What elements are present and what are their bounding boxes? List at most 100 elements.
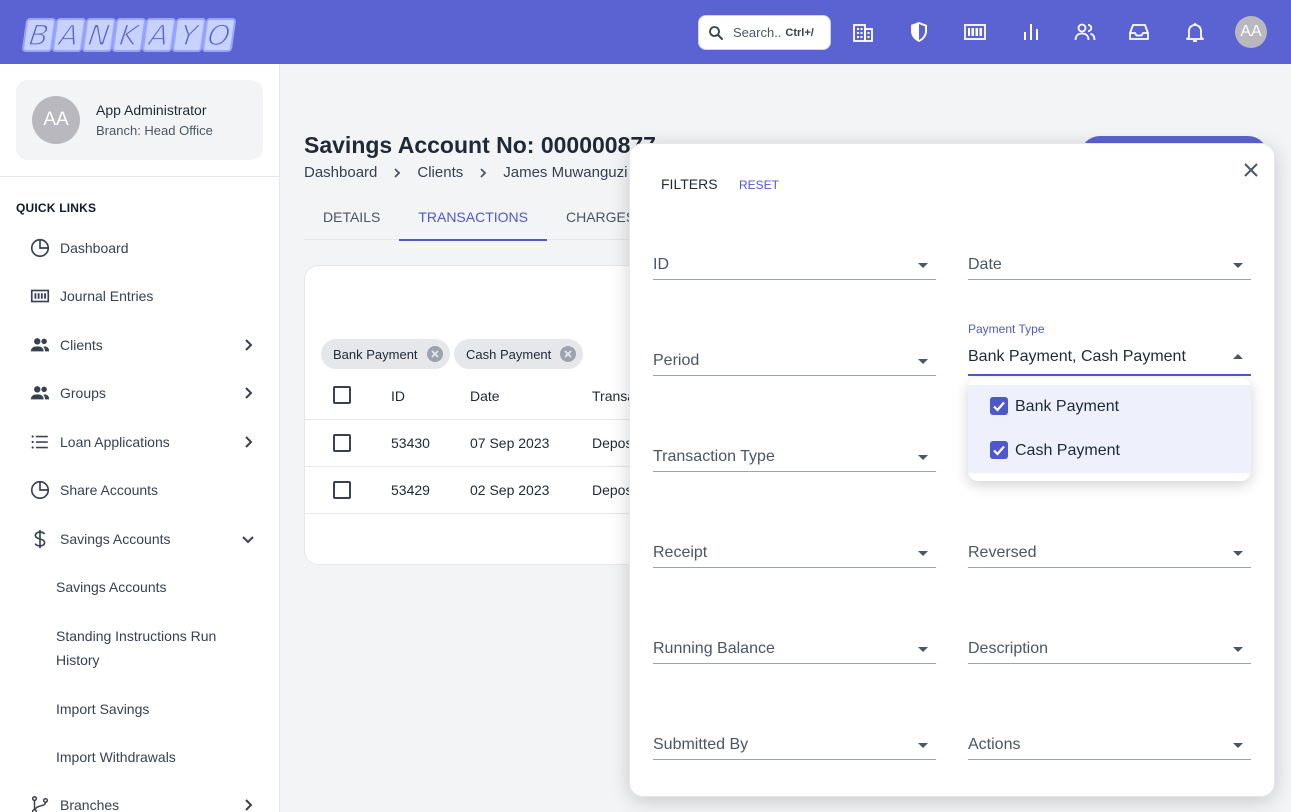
field-label: Actions (968, 736, 1021, 753)
sidebar-item-label: Clients (60, 337, 103, 353)
field-label: Payment Type (968, 322, 1045, 336)
sidebar-subitem-savings-accounts[interactable]: Savings Accounts (56, 575, 246, 599)
row-checkbox[interactable] (333, 434, 351, 452)
logo-letter: N (81, 18, 117, 53)
ledger-icon[interactable] (963, 20, 987, 44)
filter-reversed-select[interactable]: Reversed (968, 532, 1251, 568)
search-box[interactable]: Search.. Ctrl+/ (698, 15, 831, 50)
logo-letter: A (51, 18, 87, 53)
filters-panel: FILTERS RESET ID Period Transaction Type… (629, 143, 1275, 797)
logo-letter: Y (171, 18, 207, 53)
sidebar-subitem-standing-instructions[interactable]: Standing Instructions Run History (56, 624, 246, 672)
users-icon (28, 381, 52, 405)
filter-running-balance-select[interactable]: Running Balance (653, 628, 936, 664)
tab-transactions[interactable]: TRANSACTIONS (399, 200, 547, 241)
chevron-right-icon (245, 436, 253, 448)
bar-chart-icon[interactable] (1019, 20, 1043, 44)
filter-actions-select[interactable]: Actions (968, 724, 1251, 760)
dropdown-arrow-icon (918, 455, 928, 460)
sidebar-item-savings-accounts[interactable]: Savings Accounts (16, 519, 264, 559)
building-icon[interactable] (851, 20, 875, 44)
close-icon[interactable] (1241, 160, 1261, 180)
user-avatar[interactable]: AA (1235, 16, 1267, 48)
close-circle-icon[interactable] (559, 345, 577, 363)
shield-icon[interactable] (907, 20, 931, 44)
user-branch: Branch: Head Office (96, 123, 213, 138)
dropdown-arrow-icon (1233, 647, 1243, 652)
dollar-icon (28, 527, 52, 551)
chip-label: Cash Payment (466, 346, 552, 362)
avatar: AA (32, 96, 80, 144)
logo-letter: O (201, 18, 237, 53)
breadcrumb-clients[interactable]: Clients (417, 164, 463, 181)
column-header-id[interactable]: ID (391, 388, 405, 404)
dropdown-arrow-icon (918, 263, 928, 268)
checkbox-checked-icon[interactable] (990, 441, 1008, 459)
breadcrumb-client-name[interactable]: James Muwanguzi (503, 164, 627, 181)
row-id: 53429 (391, 482, 430, 498)
field-label: Reversed (968, 544, 1037, 561)
chevron-right-icon (394, 167, 401, 178)
sidebar-item-branches[interactable]: Branches (16, 785, 264, 812)
transactions-card: Bank Payment Cash Payment ID Date Transa… (304, 265, 644, 565)
chevron-right-icon (245, 339, 253, 351)
pie-chart-icon (28, 478, 52, 502)
option-label: Cash Payment (1015, 442, 1120, 459)
checkbox-checked-icon[interactable] (990, 397, 1008, 415)
filter-transaction-type-select[interactable]: Transaction Type (653, 436, 936, 472)
bankayo-logo[interactable]: B A N K A Y O (21, 18, 237, 53)
sidebar-item-label: Share Accounts (60, 482, 159, 498)
branch-icon (28, 793, 52, 812)
sidebar-subitem-import-withdrawals[interactable]: Import Withdrawals (56, 745, 246, 769)
row-date: 02 Sep 2023 (470, 482, 550, 498)
select-all-checkbox[interactable] (333, 386, 351, 404)
bell-icon[interactable] (1183, 20, 1207, 44)
page-title: Savings Account No: 000000877 (304, 132, 656, 158)
sidebar-item-dashboard[interactable]: Dashboard (16, 228, 264, 268)
column-header-date[interactable]: Date (470, 388, 500, 404)
sidebar-item-journal-entries[interactable]: Journal Entries (16, 276, 264, 316)
filter-description-select[interactable]: Description (968, 628, 1251, 664)
tab-details[interactable]: DETAILS (304, 200, 399, 240)
breadcrumb-dashboard[interactable]: Dashboard (304, 164, 377, 181)
table-row[interactable]: 53429 02 Sep 2023 Deposit (305, 466, 643, 513)
filter-submitted-by-select[interactable]: Submitted By (653, 724, 936, 760)
filter-receipt-select[interactable]: Receipt (653, 532, 936, 568)
filter-chip-cash-payment: Cash Payment (454, 339, 584, 369)
pie-chart-icon (28, 236, 52, 260)
logo-letter: B (21, 18, 57, 53)
chevron-right-icon (245, 387, 253, 399)
field-label: Receipt (653, 544, 708, 561)
sidebar-item-clients[interactable]: Clients (16, 325, 264, 365)
sidebar: AA App Administrator Branch: Head Office… (0, 64, 280, 812)
filter-date-select[interactable]: Date (968, 244, 1251, 280)
filter-period-select[interactable]: Period (653, 340, 936, 376)
reset-button[interactable]: RESET (739, 178, 779, 192)
dropdown-arrow-up-icon (1233, 354, 1243, 359)
top-bar: B A N K A Y O Search.. Ctrl+/ AA (0, 0, 1291, 64)
filter-payment-type-select[interactable]: Payment Type Bank Payment, Cash Payment (968, 322, 1251, 376)
sidebar-item-share-accounts[interactable]: Share Accounts (16, 470, 264, 510)
users-icon[interactable] (1073, 20, 1097, 44)
field-label: Period (653, 352, 700, 369)
sidebar-subitem-import-savings[interactable]: Import Savings (56, 697, 246, 721)
payment-type-dropdown: Bank Payment Cash Payment (968, 378, 1251, 481)
field-value: Bank Payment, Cash Payment (968, 348, 1186, 365)
user-card[interactable]: AA App Administrator Branch: Head Office (16, 80, 263, 160)
sidebar-item-groups[interactable]: Groups (16, 373, 264, 413)
users-icon (28, 333, 52, 357)
chevron-right-icon (245, 799, 253, 811)
filter-id-select[interactable]: ID (653, 244, 936, 280)
sidebar-item-label: Branches (60, 797, 120, 812)
option-cash-payment[interactable]: Cash Payment (968, 429, 1251, 473)
dropdown-arrow-icon (918, 647, 928, 652)
dropdown-arrow-icon (918, 743, 928, 748)
inbox-icon[interactable] (1127, 20, 1151, 44)
chip-label: Bank Payment (333, 346, 418, 362)
sidebar-item-loan-applications[interactable]: Loan Applications (16, 422, 264, 462)
search-placeholder: Search.. (733, 25, 782, 40)
row-checkbox[interactable] (333, 481, 351, 499)
close-circle-icon[interactable] (426, 345, 444, 363)
table-row[interactable]: 53430 07 Sep 2023 Deposit (305, 419, 643, 466)
option-bank-payment[interactable]: Bank Payment (968, 385, 1251, 429)
